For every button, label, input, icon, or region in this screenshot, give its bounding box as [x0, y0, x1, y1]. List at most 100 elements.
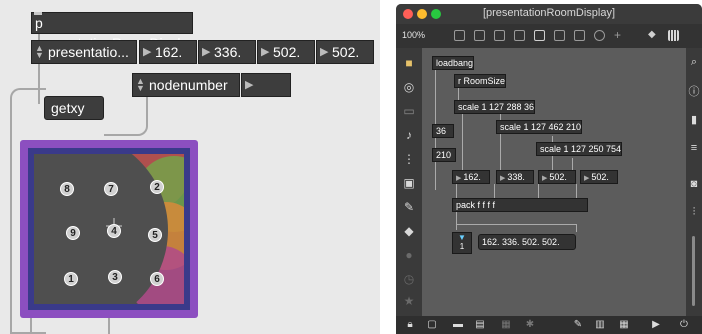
triangle-icon: ▶ [584, 175, 590, 182]
pack-object[interactable]: pack f f f f [452, 198, 588, 212]
play-icon[interactable]: ▶ [650, 319, 662, 331]
nodes-object[interactable]: 8 7 2 9 4 5 1 3 6 [20, 140, 198, 318]
info-icon[interactable]: ⓘ [688, 86, 700, 98]
close-box-icon[interactable] [514, 30, 525, 41]
nodes-canvas[interactable]: 8 7 2 9 4 5 1 3 6 [34, 154, 184, 304]
patch-cord [30, 318, 32, 334]
float-value: 162. [463, 172, 481, 182]
power-icon[interactable]: ⏻ [678, 319, 690, 331]
node-9[interactable]: 9 [66, 226, 80, 240]
float-value: 502. [549, 172, 567, 182]
plug-icon[interactable]: ◆ [402, 224, 416, 238]
umenu-nodenumber[interactable]: ▲ ▼ nodenumber [132, 73, 240, 97]
search-icon[interactable]: ⌕ [688, 56, 700, 68]
node-1[interactable]: 1 [64, 272, 78, 286]
scale-object-1[interactable]: scale 1 127 288 36 [454, 100, 536, 114]
patch-cord [456, 212, 457, 230]
button-icon[interactable] [534, 30, 545, 41]
presentation-mode-icon[interactable]: ▢ [426, 319, 438, 331]
scrollbar[interactable] [692, 236, 695, 306]
grid-icon[interactable]: ▦ [500, 319, 512, 331]
subpatcher-object[interactable]: p presentationRoomDisplay [31, 12, 195, 51]
getxy-message[interactable]: getxy [44, 96, 104, 120]
grid-icon[interactable] [668, 30, 679, 41]
clock-icon[interactable]: ◷ [402, 272, 416, 286]
nodes-border: 8 7 2 9 4 5 1 3 6 [28, 148, 190, 310]
layers-icon[interactable]: ▤ [474, 319, 486, 331]
bottom-toolbar: 🔒︎ ▢ ▬ ▤ ▦ ✱ ✎ ▥ ▦ ▶ ⏻ [396, 316, 702, 334]
number-value: 336. [214, 44, 242, 60]
triangle-icon: ▶ [542, 175, 548, 182]
number-box-4[interactable]: ▶ 502. [316, 40, 374, 64]
plus-icon[interactable]: + [614, 29, 625, 41]
window-title: [presentationRoomDisplay] [482, 7, 616, 19]
patch-cord [108, 318, 110, 334]
zoomed-patcher-view: p presentationRoomDisplay ▲▼ presentatio… [0, 0, 380, 334]
float-box-3[interactable]: ▶ 502. [538, 170, 576, 184]
umenu-presentation[interactable]: ▲ ▼ presentatio... [31, 40, 137, 64]
comment-icon[interactable]: ▬ [452, 319, 464, 331]
title-bar[interactable]: [presentationRoomDisplay] [396, 4, 702, 24]
objects-icon[interactable]: ■ [402, 56, 416, 70]
triangle-icon: ▶ [500, 175, 506, 182]
triangle-icon: ▶ [261, 46, 270, 58]
paint-icon[interactable]: ◆ [648, 30, 659, 41]
camera-icon[interactable]: ◙ [688, 178, 700, 190]
node-5[interactable]: 5 [148, 228, 162, 242]
presentation-icon[interactable]: ▭ [402, 104, 416, 118]
receive-roomsize-object[interactable]: r RoomSize [454, 74, 507, 88]
sliders-icon[interactable]: ⫶ [688, 206, 700, 218]
scale-object-3[interactable]: scale 1 127 250 754 [536, 142, 623, 156]
paperclip-icon[interactable]: ✎ [402, 200, 416, 214]
image-icon[interactable]: ▣ [402, 176, 416, 190]
node-8[interactable]: 8 [60, 182, 74, 196]
new-object-icon[interactable] [454, 30, 465, 41]
float-value: 502. [591, 172, 609, 182]
slider-icon[interactable] [554, 30, 565, 41]
number-box-2[interactable]: ▶ 336. [198, 40, 256, 64]
node-6[interactable]: 6 [150, 272, 164, 286]
toolbar: 100% + ◆ [396, 24, 702, 48]
number-box-nodenumber[interactable]: ▶ [241, 73, 291, 97]
divider [380, 0, 392, 334]
node-4[interactable]: 4 [107, 224, 121, 238]
compass-icon[interactable]: ◎ [402, 80, 416, 94]
message-icon[interactable] [474, 30, 485, 41]
inlet[interactable] [34, 12, 42, 15]
star-icon[interactable]: ★ [402, 294, 416, 308]
message-box[interactable]: 162. 336. 502. 502. [478, 234, 576, 250]
debug-icon[interactable]: ✱ [524, 319, 536, 331]
scale-object-2[interactable]: scale 1 127 462 210 [496, 120, 583, 134]
float-box-2[interactable]: ▶ 338. [496, 170, 534, 184]
number-box-3[interactable]: ▶ 502. [257, 40, 315, 64]
zoom-level[interactable]: 100% [402, 30, 425, 40]
node-3[interactable]: 3 [108, 270, 122, 284]
float-value: 338. [507, 172, 525, 182]
number-box-1[interactable]: ▶ 162. [139, 40, 197, 64]
umenu-label: presentatio... [48, 44, 129, 60]
number-box-210[interactable]: 210 [432, 148, 456, 162]
loadbang-object[interactable]: loadbang [432, 56, 475, 70]
piano-icon[interactable]: ▥ [594, 319, 606, 331]
node-7[interactable]: 7 [104, 182, 118, 196]
float-box-1[interactable]: ▶ 162. [452, 170, 490, 184]
list-icon[interactable]: ≡ [688, 142, 700, 154]
lock-icon[interactable]: 🔒︎ [404, 319, 416, 331]
right-sidebar: ⌕ ⓘ ▮ ≡ ◙ ⫶ [686, 48, 702, 316]
step-icon[interactable]: ⋮ [402, 152, 416, 166]
dial-icon[interactable] [594, 30, 605, 41]
number-box-36[interactable]: 36 [432, 124, 454, 138]
toggle-icon[interactable] [494, 30, 505, 41]
book-icon[interactable]: ▮ [688, 114, 700, 126]
info-icon[interactable]: ● [402, 248, 416, 262]
node-2[interactable]: 2 [150, 180, 164, 194]
float-box-4[interactable]: ▶ 502. [580, 170, 618, 184]
patch-cord [146, 96, 148, 110]
wrench-icon[interactable]: ✎ [572, 319, 584, 331]
panel-icon[interactable] [574, 30, 585, 41]
output-row: ▲ ▼ presentatio... ▶ 162. ▶ 336. ▶ 502. ▶… [31, 40, 374, 64]
keyboard-icon[interactable]: ▦ [618, 319, 630, 331]
button-object[interactable]: ▼ 1 [452, 232, 472, 254]
music-note-icon[interactable]: ♪ [402, 128, 416, 142]
patcher-canvas[interactable]: loadbang r RoomSize scale 1 127 288 36 s… [422, 48, 686, 316]
